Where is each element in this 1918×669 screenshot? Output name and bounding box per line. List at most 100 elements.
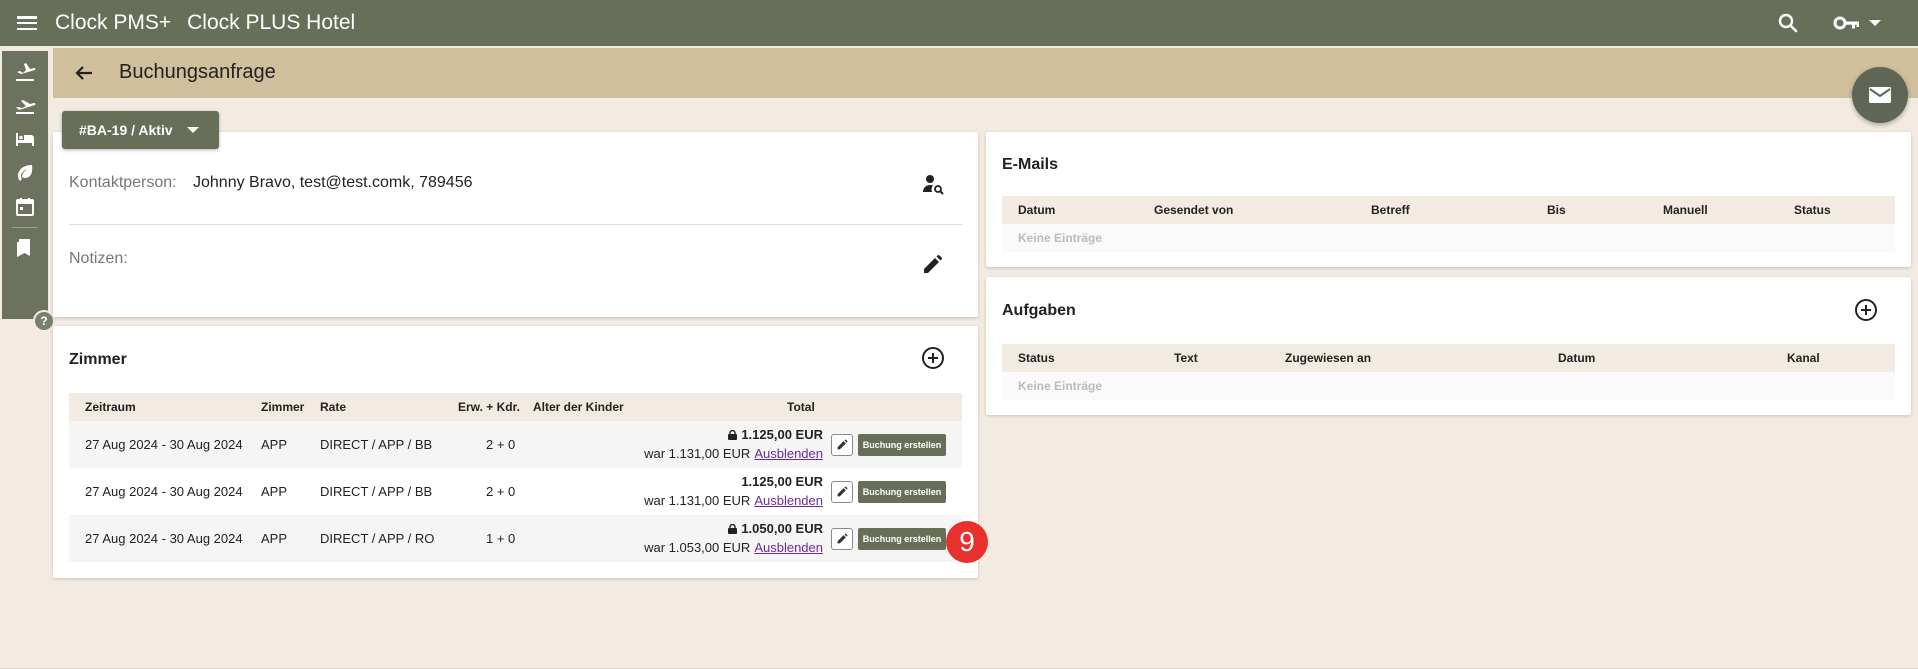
help-icon[interactable]: ?: [33, 310, 55, 332]
col-guests: Erw. + Kdr.: [458, 400, 520, 414]
room-row: 27 Aug 2024 - 30 Aug 2024 APP DIRECT / A…: [69, 515, 962, 562]
status-dropdown-label: #BA-19 / Aktiv: [79, 122, 173, 138]
room-row: 27 Aug 2024 - 30 Aug 2024 APP DIRECT / A…: [69, 468, 962, 515]
row-total-value: 1.125,00 EUR: [741, 427, 823, 442]
account-dropdown-icon[interactable]: [1869, 20, 1881, 26]
emails-title: E-Mails: [1002, 156, 1059, 173]
col-text: Text: [1174, 351, 1198, 365]
sidebar-divider: [12, 227, 38, 228]
row-room: APP: [261, 437, 288, 452]
contact-label: Kontaktperson:: [69, 174, 177, 191]
back-arrow-icon[interactable]: [73, 62, 95, 84]
row-total-value: 1.125,00 EUR: [741, 474, 823, 489]
edit-room-button[interactable]: [831, 481, 853, 503]
mail-button[interactable]: [1852, 67, 1908, 123]
hotel-name: Clock PLUS Hotel: [187, 11, 356, 34]
row-was-value: war 1.053,00 EUR: [644, 540, 751, 555]
row-guests: 1 + 0: [486, 531, 516, 546]
sidebar: [2, 51, 48, 319]
edit-room-button[interactable]: [831, 434, 853, 456]
col-rate: Rate: [320, 400, 347, 414]
status-dropdown-button[interactable]: #BA-19 / Aktiv: [62, 111, 219, 149]
row-was-total: war 1.053,00 EUR Ausblenden: [644, 540, 823, 555]
step-number-badge: 9: [946, 521, 988, 563]
row-total: 1.050,00 EUR: [728, 521, 823, 536]
add-room-icon[interactable]: [921, 346, 945, 370]
create-booking-button[interactable]: Buchung erstellen: [858, 528, 946, 550]
rooms-table-header: Zeitraum Zimmer Rate Erw. + Kdr. Alter d…: [69, 393, 962, 421]
col-manuell: Manuell: [1663, 203, 1708, 217]
row-period: 27 Aug 2024 - 30 Aug 2024: [85, 437, 243, 452]
row-guests: 2 + 0: [486, 484, 516, 499]
app-name: Clock PMS+: [55, 11, 172, 34]
pencil-icon: [837, 439, 848, 450]
mail-icon: [1869, 87, 1891, 103]
tasks-card: Aufgaben Status Text Zugewiesen an Datum…: [986, 277, 1911, 415]
hide-link[interactable]: Ausblenden: [754, 540, 823, 555]
contact-divider: [69, 224, 962, 225]
emails-table-header: Datum Gesendet von Betreff Bis Manuell S…: [1002, 196, 1895, 224]
rooms-card: Zimmer Zeitraum Zimmer Rate Erw. + Kdr. …: [53, 326, 978, 578]
edit-notes-icon[interactable]: [921, 254, 943, 276]
departure-icon[interactable]: [13, 93, 37, 117]
bookmarks-icon[interactable]: [13, 235, 37, 259]
emails-empty-row: Keine Einträge: [1002, 224, 1895, 252]
tasks-table-header: Status Text Zugewiesen an Datum Kanal: [1002, 344, 1895, 372]
col-status: Status: [1018, 351, 1055, 365]
contact-value: Johnny Bravo, test@test.comk, 789456: [193, 174, 473, 191]
lock-icon: [728, 524, 738, 534]
row-rate: DIRECT / APP / BB: [320, 484, 433, 499]
row-rate: DIRECT / APP / RO: [320, 531, 435, 546]
hide-link[interactable]: Ausblenden: [754, 446, 823, 461]
top-app-bar: Clock PMS+ Clock PLUS Hotel: [0, 0, 1918, 46]
calendar-icon[interactable]: [13, 195, 37, 219]
row-rate: DIRECT / APP / BB: [320, 437, 433, 452]
col-zeitraum: Zeitraum: [85, 400, 136, 414]
tasks-empty-text: Keine Einträge: [1018, 379, 1103, 393]
row-was-value: war 1.131,00 EUR: [644, 446, 751, 461]
hide-link[interactable]: Ausblenden: [754, 493, 823, 508]
page-title: Buchungsanfrage: [119, 61, 276, 83]
lock-icon: [728, 430, 738, 440]
search-icon[interactable]: [1776, 11, 1800, 35]
col-kids-age: Alter der Kinder: [533, 400, 624, 414]
row-was-total: war 1.131,00 EUR Ausblenden: [644, 446, 823, 461]
row-total-value: 1.050,00 EUR: [741, 521, 823, 536]
pencil-icon: [837, 533, 848, 544]
room-row: 27 Aug 2024 - 30 Aug 2024 APP DIRECT / A…: [69, 421, 962, 468]
col-zugewiesen-an: Zugewiesen an: [1285, 351, 1372, 365]
emails-empty-text: Keine Einträge: [1018, 231, 1103, 245]
row-total: 1.125,00 EUR: [728, 427, 823, 442]
col-status: Status: [1794, 203, 1831, 217]
pencil-icon: [837, 486, 848, 497]
create-booking-button[interactable]: Buchung erstellen: [858, 481, 946, 503]
col-gesendet-von: Gesendet von: [1154, 203, 1234, 217]
row-period: 27 Aug 2024 - 30 Aug 2024: [85, 531, 243, 546]
row-period: 27 Aug 2024 - 30 Aug 2024: [85, 484, 243, 499]
person-search-icon[interactable]: [921, 172, 945, 196]
edit-room-button[interactable]: [831, 528, 853, 550]
row-guests: 2 + 0: [486, 437, 516, 452]
col-datum: Datum: [1558, 351, 1596, 365]
row-room: APP: [261, 531, 288, 546]
emails-card: E-Mails Datum Gesendet von Betreff Bis M…: [986, 132, 1911, 267]
create-booking-button[interactable]: Buchung erstellen: [858, 434, 946, 456]
col-datum: Datum: [1018, 203, 1056, 217]
col-zimmer: Zimmer: [261, 400, 305, 414]
bed-icon[interactable]: [13, 127, 37, 151]
row-was-total: war 1.131,00 EUR Ausblenden: [644, 493, 823, 508]
tasks-empty-row: Keine Einträge: [1002, 372, 1895, 400]
col-bis: Bis: [1547, 203, 1566, 217]
row-total: 1.125,00 EUR: [741, 474, 823, 489]
col-total: Total: [787, 400, 815, 414]
leaf-icon[interactable]: [13, 161, 37, 185]
rooms-title: Zimmer: [69, 351, 127, 368]
add-task-icon[interactable]: [1854, 298, 1878, 322]
menu-icon[interactable]: [0, 0, 54, 46]
tasks-title: Aufgaben: [1002, 302, 1076, 319]
key-icon[interactable]: [1833, 12, 1861, 34]
page-header: Buchungsanfrage: [53, 48, 1918, 98]
contact-card: Kontaktperson: Johnny Bravo, test@test.c…: [53, 132, 978, 317]
row-was-value: war 1.131,00 EUR: [644, 493, 751, 508]
arrival-icon[interactable]: [13, 60, 37, 84]
